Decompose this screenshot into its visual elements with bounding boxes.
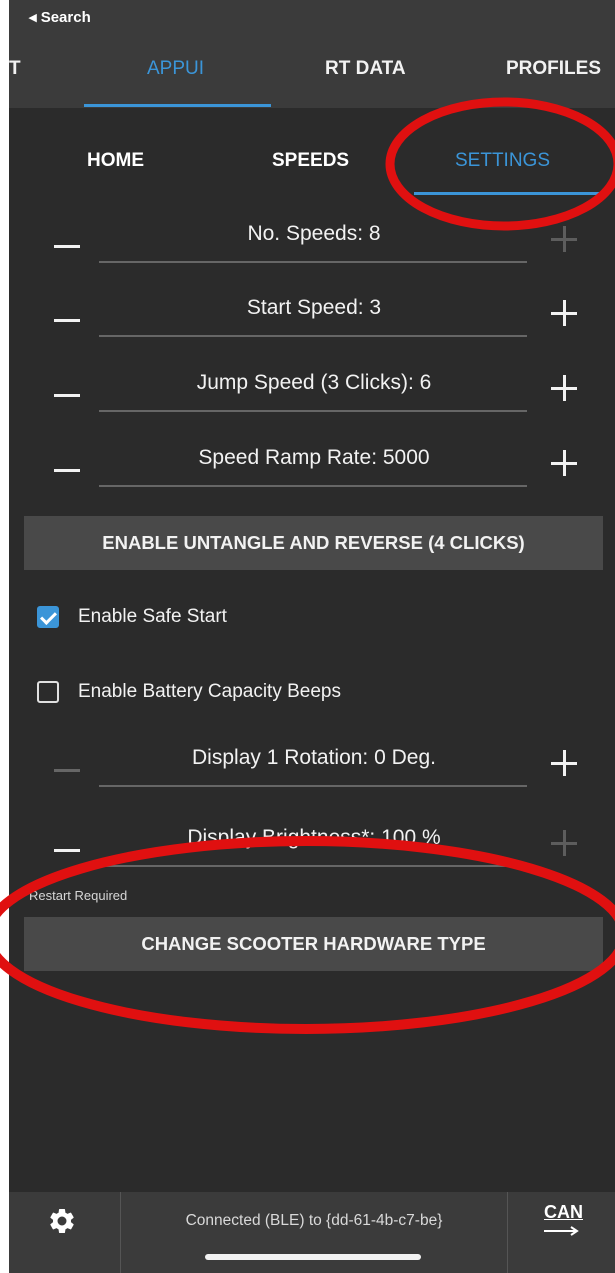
display-rotation-value: Display 1 Rotation: 0 Deg. (192, 746, 436, 769)
gear-icon[interactable] (47, 1206, 77, 1236)
display-brightness-value: Display Brightness*: 100 % (187, 826, 441, 849)
no-speeds-value: No. Speeds: 8 (247, 222, 381, 245)
decrease-no-speeds-button[interactable] (54, 228, 84, 264)
tab-appui[interactable]: APPUI (147, 58, 204, 80)
jump-speed-value: Jump Speed (3 Clicks): 6 (196, 371, 432, 394)
app-screen: ◂ Search T APPUI RT DATA PROFILES HOME S… (9, 0, 615, 1273)
decrease-display-brightness-button[interactable] (54, 832, 84, 868)
decrease-start-speed-button[interactable] (54, 302, 84, 338)
home-indicator[interactable] (205, 1254, 421, 1260)
change-hardware-type-button[interactable]: CHANGE SCOOTER HARDWARE TYPE (24, 917, 603, 971)
top-tab-bar: T APPUI RT DATA PROFILES (9, 32, 615, 108)
safe-start-option[interactable]: Enable Safe Start (37, 604, 437, 634)
bottom-bar: Connected (BLE) to {dd-61-4b-c7-be} CAN (9, 1192, 615, 1273)
tab-profiles[interactable]: PROFILES (506, 58, 601, 80)
back-to-search-link[interactable]: ◂ Search (29, 8, 91, 26)
subtab-settings[interactable]: SETTINGS (455, 150, 550, 172)
setting-row-jump-speed: Jump Speed (3 Clicks): 6 (9, 353, 615, 429)
row-divider (99, 261, 527, 263)
battery-beeps-checkbox[interactable] (37, 681, 59, 703)
status-bar: ◂ Search (9, 0, 615, 32)
subtab-speeds[interactable]: SPEEDS (272, 150, 349, 172)
battery-beeps-label: Enable Battery Capacity Beeps (78, 681, 341, 702)
row-divider (99, 785, 527, 787)
row-divider (99, 410, 527, 412)
setting-row-start-speed: Start Speed: 3 (9, 278, 615, 354)
setting-row-display-rotation: Display 1 Rotation: 0 Deg. (9, 728, 615, 804)
decrease-speed-ramp-button[interactable] (54, 452, 84, 488)
safe-start-checkbox[interactable] (37, 606, 59, 628)
increase-jump-speed-button[interactable] (549, 373, 579, 403)
arrow-right-icon (544, 1226, 579, 1236)
settings-cell[interactable] (9, 1192, 121, 1273)
enable-untangle-reverse-button[interactable]: ENABLE UNTANGLE AND REVERSE (4 CLICKS) (24, 516, 603, 570)
setting-row-speed-ramp: Speed Ramp Rate: 5000 (9, 428, 615, 504)
row-divider (99, 485, 527, 487)
active-tab-indicator (84, 104, 271, 107)
active-subtab-indicator (414, 192, 600, 195)
tab-rt-data[interactable]: RT DATA (325, 58, 406, 80)
setting-row-no-speeds: No. Speeds: 8 (9, 204, 615, 280)
decrease-display-rotation-button[interactable] (54, 752, 84, 788)
sub-tab-bar: HOME SPEEDS SETTINGS (9, 108, 615, 198)
increase-display-brightness-button[interactable] (549, 828, 579, 858)
increase-display-rotation-button[interactable] (549, 748, 579, 778)
restart-required-note: Restart Required (29, 888, 128, 903)
connection-status: Connected (BLE) to {dd-61-4b-c7-be} (185, 1212, 443, 1229)
tab-truncated[interactable]: T (9, 58, 21, 80)
start-speed-value: Start Speed: 3 (246, 296, 382, 319)
can-label: CAN (544, 1202, 583, 1222)
row-divider (99, 865, 527, 867)
increase-no-speeds-button[interactable] (549, 224, 579, 254)
row-divider (99, 335, 527, 337)
safe-start-label: Enable Safe Start (78, 606, 227, 627)
speed-ramp-value: Speed Ramp Rate: 5000 (198, 446, 430, 469)
can-toggle[interactable]: CAN (507, 1192, 615, 1273)
setting-row-display-brightness: Display Brightness*: 100 % (9, 808, 615, 884)
decrease-jump-speed-button[interactable] (54, 377, 84, 413)
subtab-home[interactable]: HOME (87, 150, 144, 172)
increase-start-speed-button[interactable] (549, 298, 579, 328)
battery-beeps-option[interactable]: Enable Battery Capacity Beeps (37, 679, 487, 709)
increase-speed-ramp-button[interactable] (549, 448, 579, 478)
